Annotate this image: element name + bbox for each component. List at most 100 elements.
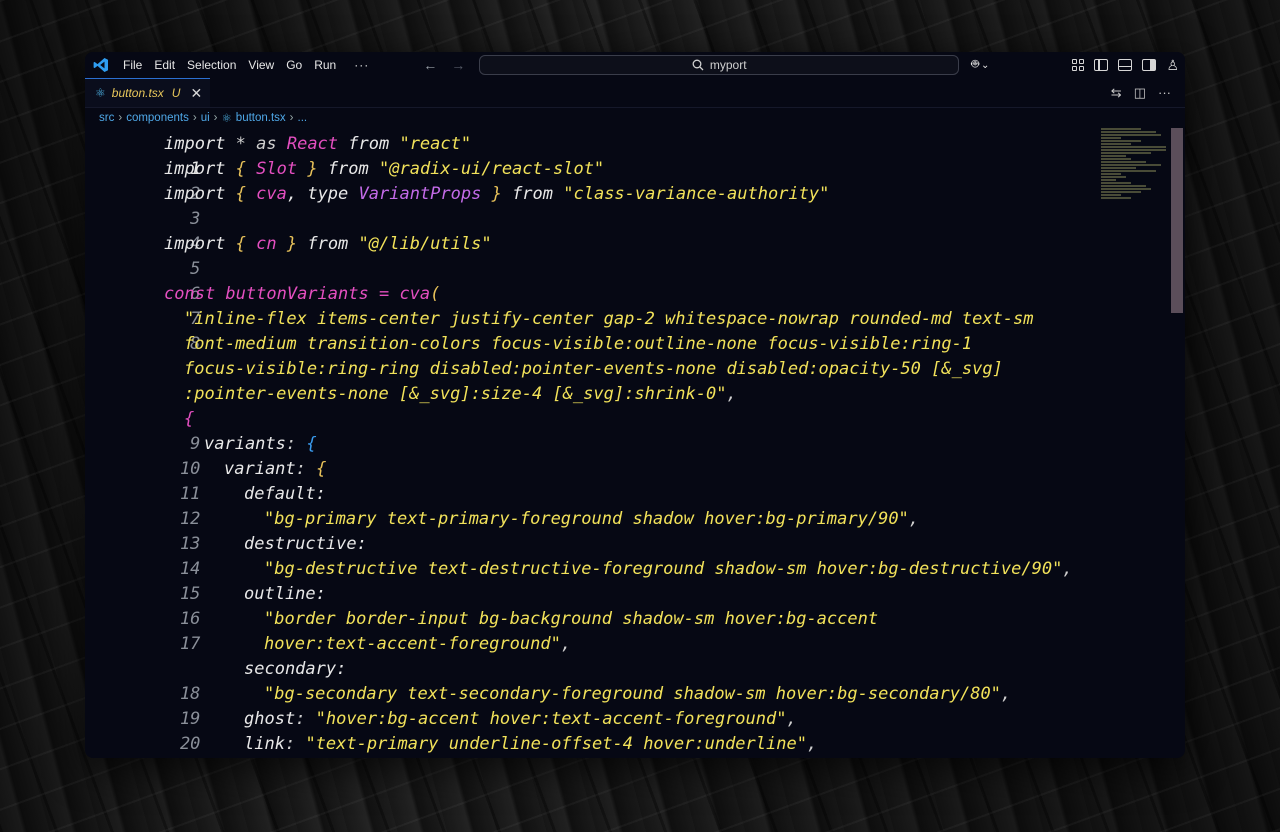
split-editor-icon[interactable]: ◫ xyxy=(1134,85,1146,101)
code-token: Slot xyxy=(256,159,298,179)
code-line: 18 secondary: xyxy=(85,657,346,704)
toggle-sidebar-icon[interactable] xyxy=(1094,59,1109,71)
code-token: variant xyxy=(224,459,296,479)
toggle-panel-icon[interactable] xyxy=(1118,59,1133,71)
chevron-right-icon: › xyxy=(118,112,123,124)
code-token: focus-visible:ring-ring disabled:pointer… xyxy=(184,359,1003,379)
chevron-right-icon: › xyxy=(213,112,218,124)
code-token: ghost xyxy=(244,709,296,729)
copilot-icon: 🤖︎ xyxy=(971,56,980,71)
code-line-wrap: :pointer-events-none [&_svg]:size-4 [&_s… xyxy=(184,384,737,404)
code-token: link xyxy=(244,734,285,754)
react-file-icon: ⚛ xyxy=(221,113,232,125)
code-token: cva xyxy=(399,284,431,304)
minimap[interactable] xyxy=(1101,128,1171,228)
title-bar: File Edit Selection View Go Run ··· ← → … xyxy=(85,52,1185,78)
vertical-scrollbar[interactable] xyxy=(1171,128,1183,313)
code-token: from xyxy=(512,184,564,204)
code-token: :pointer-events-none [&_svg]:size-4 [&_s… xyxy=(184,384,727,404)
code-token: : xyxy=(285,434,307,454)
code-line: 15 "bg-destructive text-destructive-fore… xyxy=(85,557,1073,604)
menu-more-button[interactable]: ··· xyxy=(354,58,369,72)
menu-go[interactable]: Go xyxy=(286,58,302,72)
command-center-search[interactable]: myport xyxy=(479,55,960,75)
breadcrumb-symbol[interactable]: ... xyxy=(298,112,308,124)
code-token: buttonVariants xyxy=(215,284,369,304)
menu-selection[interactable]: Selection xyxy=(187,58,236,72)
line-number: 21 xyxy=(146,757,202,758)
code-token: destructive: xyxy=(244,534,367,554)
chevron-right-icon: › xyxy=(289,112,294,124)
code-token: = xyxy=(368,284,400,304)
code-editor[interactable]: 1 import * as React from "react" 2 impor… xyxy=(85,128,1185,756)
code-line: 5 import { cn } from "@/lib/utils" xyxy=(85,232,492,279)
back-arrow-icon[interactable]: ← xyxy=(423,57,437,73)
code-token: "@radix-ui/react-slot" xyxy=(379,159,605,179)
code-token: hover:text-accent-foreground" xyxy=(264,634,561,654)
menu-view[interactable]: View xyxy=(248,58,274,72)
code-line: 19 "bg-secondary text-secondary-foregrou… xyxy=(85,682,1011,729)
close-icon[interactable]: ✕ xyxy=(190,85,202,102)
compare-changes-icon[interactable]: ⇆ xyxy=(1111,85,1122,101)
code-token: import xyxy=(164,134,226,154)
code-line: 16 outline: xyxy=(85,582,326,629)
code-token: "inline-flex items-center justify-center… xyxy=(184,309,1034,329)
code-token: "react" xyxy=(399,134,472,154)
chevron-down-icon: ⌄ xyxy=(981,59,990,71)
tab-bar: ⚛ button.tsx U ✕ ⇆ ◫ ··· xyxy=(85,78,1185,108)
chevron-right-icon: › xyxy=(192,112,197,124)
breadcrumb-src[interactable]: src xyxy=(99,112,114,124)
code-token: : xyxy=(295,709,316,729)
code-token: cva xyxy=(256,184,287,204)
code-token: { xyxy=(184,409,195,429)
code-token: const xyxy=(164,284,216,304)
menu-file[interactable]: File xyxy=(123,58,142,72)
breadcrumb-components[interactable]: components xyxy=(126,112,189,124)
code-token: variants xyxy=(204,434,286,454)
tab-button-tsx[interactable]: ⚛ button.tsx U ✕ xyxy=(85,78,211,107)
code-token: * as xyxy=(225,134,287,154)
code-token: cn xyxy=(256,234,277,254)
breadcrumb-ui[interactable]: ui xyxy=(201,112,210,124)
code-token: { xyxy=(225,159,257,179)
accounts-icon[interactable]: ♙ xyxy=(1166,57,1179,74)
copilot-button[interactable]: 🤖︎ ⌄ xyxy=(971,56,989,74)
layout-controls: ♙ xyxy=(1072,57,1185,74)
code-token: VariantProps xyxy=(358,184,482,204)
code-line: 6 xyxy=(85,257,202,304)
code-line: 20 ghost: "hover:bg-accent hover:text-ac… xyxy=(85,707,797,754)
code-token: { xyxy=(306,434,317,454)
more-actions-icon[interactable]: ··· xyxy=(1158,85,1171,100)
vscode-logo-icon xyxy=(91,56,111,74)
code-token: from xyxy=(327,159,379,179)
breadcrumb-file[interactable]: button.tsx xyxy=(236,112,286,124)
code-token: "text-primary underline-offset-4 hover:u… xyxy=(305,734,807,754)
code-token: } xyxy=(481,184,513,204)
code-token: } xyxy=(297,159,328,179)
code-token: from xyxy=(338,134,400,154)
code-token: } xyxy=(276,234,308,254)
code-token: import xyxy=(164,159,226,179)
code-token: React xyxy=(286,134,339,154)
code-line-wrap: font-medium transition-colors focus-visi… xyxy=(85,332,972,357)
line-number: 17 xyxy=(179,634,201,654)
menu-run[interactable]: Run xyxy=(314,58,336,72)
code-line: 3 import { cva, type VariantProps } from… xyxy=(85,182,829,229)
code-line: 7 const buttonVariants = cva( xyxy=(85,282,440,329)
customize-layout-icon[interactable] xyxy=(1072,59,1085,71)
code-token: import xyxy=(164,184,226,204)
code-token: "class-variance-authority" xyxy=(563,184,830,204)
react-file-icon: ⚛ xyxy=(95,86,106,100)
code-token: outline: xyxy=(244,584,326,604)
menu-edit[interactable]: Edit xyxy=(154,58,175,72)
code-line: 21 link: "text-primary underline-offset-… xyxy=(85,732,817,758)
code-line: 11 variant: { xyxy=(85,457,326,504)
vscode-window: File Edit Selection View Go Run ··· ← → … xyxy=(85,52,1185,758)
code-token: "bg-primary text-primary-foreground shad… xyxy=(264,509,909,529)
toggle-secondary-sidebar-icon[interactable] xyxy=(1142,59,1157,71)
forward-arrow-icon[interactable]: → xyxy=(451,57,465,73)
tab-untracked-badge: U xyxy=(171,86,181,100)
code-token: ( xyxy=(430,284,441,304)
code-token: default: xyxy=(244,484,326,504)
code-line: 14 destructive: xyxy=(85,532,367,579)
